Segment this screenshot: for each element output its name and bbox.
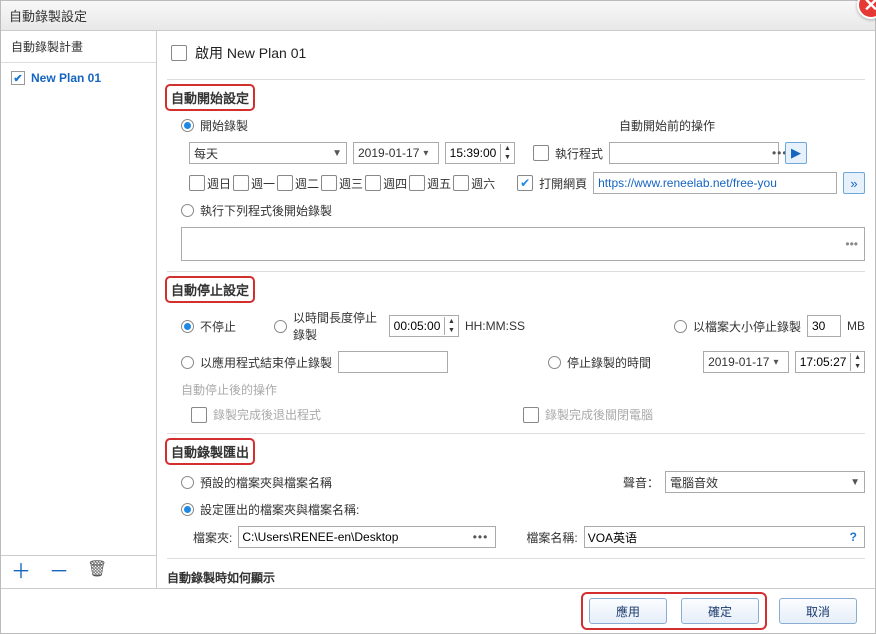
stop-time-input[interactable] bbox=[796, 352, 850, 372]
radio-stop-app-exit[interactable] bbox=[181, 356, 194, 369]
stop-duration-input[interactable] bbox=[390, 316, 444, 336]
section-display-heading: 自動錄製時如何顯示 bbox=[167, 565, 865, 588]
filename-input[interactable] bbox=[588, 527, 846, 547]
sidebar-toolbar: ＋ － 🗑 bbox=[1, 555, 156, 588]
chk-thu[interactable] bbox=[365, 175, 381, 191]
plan-list: ✔ New Plan 01 bbox=[1, 63, 156, 555]
plan-item-new-plan-01[interactable]: ✔ New Plan 01 bbox=[1, 63, 156, 93]
label-mb: MB bbox=[847, 319, 865, 333]
label-default-folder: 預設的檔案夾與檔案名稱 bbox=[200, 474, 332, 491]
close-button[interactable]: ✕ bbox=[857, 0, 876, 19]
chk-wed[interactable] bbox=[321, 175, 337, 191]
section-auto-stop-heading: 自動停止設定 bbox=[167, 278, 253, 301]
browse-after-exec-button[interactable]: ••• bbox=[845, 237, 858, 251]
start-time-input[interactable] bbox=[446, 143, 500, 163]
filename-field[interactable]: ? bbox=[584, 526, 865, 548]
radio-stop-size[interactable] bbox=[674, 320, 687, 333]
sound-select[interactable]: 電腦音效 ▼ bbox=[665, 471, 865, 493]
stop-app-name-input[interactable] bbox=[338, 351, 448, 373]
label-hhmmss: HH:MM:SS bbox=[465, 319, 525, 333]
chk-exit-after bbox=[191, 407, 207, 423]
apply-button[interactable]: 應用 bbox=[589, 598, 667, 624]
frequency-select[interactable]: 每天 ▼ bbox=[189, 142, 347, 164]
label-start-recording: 開始錄製 bbox=[200, 117, 248, 134]
label-pre-actions: 自動開始前的操作 bbox=[619, 117, 715, 134]
start-time-stepper[interactable]: ▲▼ bbox=[445, 142, 515, 164]
enable-plan-checkbox[interactable] bbox=[171, 45, 187, 61]
cancel-button[interactable]: 取消 bbox=[779, 598, 857, 624]
stop-duration-stepper[interactable]: ▲▼ bbox=[389, 315, 459, 337]
chk-sun[interactable] bbox=[189, 175, 205, 191]
browse-folder-button[interactable]: ••• bbox=[469, 530, 493, 544]
open-web-go-button[interactable]: » bbox=[843, 172, 865, 194]
radio-stop-duration[interactable] bbox=[274, 320, 287, 333]
add-plan-button[interactable]: ＋ bbox=[11, 562, 31, 582]
label-no-stop: 不停止 bbox=[200, 318, 236, 335]
section-auto-start-heading: 自動開始設定 bbox=[167, 86, 253, 109]
sidebar-header: 自動錄製計畫 bbox=[1, 31, 156, 63]
stop-size-input[interactable] bbox=[807, 315, 841, 337]
check-icon: ✔ bbox=[11, 71, 25, 85]
label-filename: 檔案名稱: bbox=[526, 529, 577, 546]
label-custom-folder: 設定匯出的檔案夾與檔案名稱: bbox=[200, 501, 359, 518]
radio-default-folder[interactable] bbox=[181, 476, 194, 489]
enable-plan-label: 啟用 New Plan 01 bbox=[195, 43, 306, 63]
label-exec-program: 執行程式 bbox=[555, 145, 603, 162]
folder-input[interactable] bbox=[242, 527, 468, 547]
folder-field[interactable]: ••• bbox=[238, 526, 496, 548]
chk-shutdown-after bbox=[523, 407, 539, 423]
open-web-checkbox[interactable] bbox=[517, 175, 533, 191]
label-open-web: 打開網頁 bbox=[539, 175, 587, 192]
label-folder: 檔案夾: bbox=[193, 529, 232, 546]
exec-program-go-button[interactable]: ▶ bbox=[785, 142, 807, 164]
start-date-picker[interactable]: 2019-01-17 ▾ bbox=[353, 142, 439, 164]
filename-help-button[interactable]: ? bbox=[846, 530, 861, 544]
label-shutdown-after: 錄製完成後關閉電腦 bbox=[545, 406, 653, 423]
exec-program-input[interactable] bbox=[613, 143, 768, 163]
dialog-footer: 應用 確定 取消 bbox=[1, 589, 875, 633]
remove-plan-button[interactable]: － bbox=[49, 562, 69, 582]
label-stop-size: 以檔案大小停止錄製 bbox=[693, 318, 801, 335]
section-export-heading: 自動錄製匯出 bbox=[167, 440, 253, 463]
stop-time-stepper[interactable]: ▲▼ bbox=[795, 351, 865, 373]
label-sound: 聲音： bbox=[623, 474, 659, 491]
exec-program-field[interactable]: ••• bbox=[609, 142, 779, 164]
ok-button[interactable]: 確定 bbox=[681, 598, 759, 624]
start-after-exec-field[interactable]: ••• bbox=[181, 227, 865, 261]
label-stop-app-exit: 以應用程式結束停止錄製 bbox=[200, 354, 332, 371]
radio-stop-time[interactable] bbox=[548, 356, 561, 369]
label-stop-duration: 以時間長度停止錄製 bbox=[293, 309, 383, 343]
radio-no-stop[interactable] bbox=[181, 320, 194, 333]
label-post-stop-header: 自動停止後的操作 bbox=[181, 381, 277, 398]
chevron-down-icon: ▼ bbox=[332, 148, 342, 159]
window-title: 自動錄製設定 bbox=[9, 6, 87, 25]
delete-plan-button[interactable]: 🗑 bbox=[87, 562, 107, 582]
exec-program-checkbox[interactable] bbox=[533, 145, 549, 161]
radio-start-recording[interactable] bbox=[181, 119, 194, 132]
chk-sat[interactable] bbox=[453, 175, 469, 191]
sidebar: 自動錄製計畫 ✔ New Plan 01 ＋ － 🗑 bbox=[1, 31, 157, 588]
label-exit-after: 錄製完成後退出程式 bbox=[213, 406, 321, 423]
chk-fri[interactable] bbox=[409, 175, 425, 191]
radio-custom-folder[interactable] bbox=[181, 503, 194, 516]
weekday-chooser: 週日 週一 週二 週三 週四 週五 週六 bbox=[189, 175, 495, 192]
chk-tue[interactable] bbox=[277, 175, 293, 191]
titlebar: 自動錄製設定 ✕ bbox=[1, 1, 875, 31]
open-web-url-input[interactable] bbox=[593, 172, 837, 194]
plan-item-label: New Plan 01 bbox=[31, 71, 101, 85]
label-start-after-exec: 執行下列程式後開始錄製 bbox=[200, 202, 332, 219]
label-stop-time: 停止錄製的時間 bbox=[567, 354, 651, 371]
time-down[interactable]: ▼ bbox=[501, 153, 514, 162]
chk-mon[interactable] bbox=[233, 175, 249, 191]
radio-start-after-exec[interactable] bbox=[181, 204, 194, 217]
main-panel: 啟用 New Plan 01 自動開始設定 開始錄製 自動開始前的操作 每天 ▼… bbox=[157, 31, 875, 588]
time-up[interactable]: ▲ bbox=[501, 144, 514, 153]
chevron-down-icon: ▾ bbox=[423, 148, 428, 159]
stop-date-picker[interactable]: 2019-01-17▾ bbox=[703, 351, 789, 373]
